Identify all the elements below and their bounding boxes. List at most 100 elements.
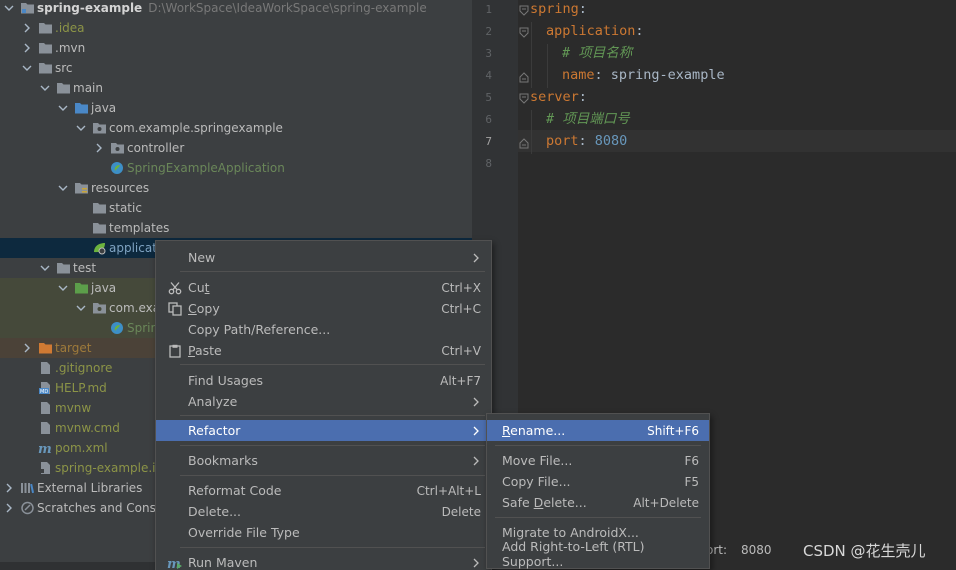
tree-item-resources[interactable]: resources	[0, 178, 472, 198]
chevron-right-icon	[473, 456, 479, 465]
menu-item-override-file-type[interactable]: Override File Type	[156, 522, 491, 543]
tree-item-label: static	[109, 201, 142, 215]
menu-item-paste[interactable]: Paste Ctrl+V	[156, 340, 491, 361]
file-icon	[36, 460, 54, 476]
indent-guide	[531, 22, 532, 88]
menu-item-label: New	[188, 250, 216, 265]
package-icon	[108, 140, 126, 156]
chevron-down-icon[interactable]	[18, 58, 36, 78]
fold-marker-icon[interactable]	[519, 27, 529, 39]
submenu-item-move-file[interactable]: Move File... F6	[487, 450, 709, 471]
tree-item-templates[interactable]: templates	[0, 218, 472, 238]
chevron-right-icon[interactable]	[18, 338, 36, 358]
yaml-colon: :	[578, 133, 587, 149]
file-icon	[36, 420, 54, 436]
chevron-right-icon[interactable]	[90, 138, 108, 158]
fold-marker-icon[interactable]	[519, 5, 529, 17]
menu-item-copy[interactable]: Copy Ctrl+C	[156, 298, 491, 319]
submenu-item-add-rtl-support[interactable]: Add Right-to-Left (RTL) Support...	[487, 539, 709, 569]
tree-item-label: test	[73, 261, 97, 275]
chevron-right-icon[interactable]	[0, 498, 18, 518]
menu-separator	[180, 475, 485, 476]
tree-item-label: External Libraries	[37, 481, 143, 495]
tree-item-idea[interactable]: .idea	[0, 18, 472, 38]
tree-item-label: SpringExampleApplication	[127, 161, 285, 175]
menu-item-shortcut: F6	[684, 453, 699, 468]
folder-icon	[90, 200, 108, 216]
menu-item-shortcut: Ctrl+C	[441, 301, 481, 316]
chevron-down-icon[interactable]	[36, 258, 54, 278]
chevron-right-icon	[473, 558, 479, 567]
menu-item-cut[interactable]: Cut Ctrl+X	[156, 277, 491, 298]
menu-item-bookmarks[interactable]: Bookmarks	[156, 450, 491, 471]
code-line-1: spring:	[530, 0, 587, 20]
menu-separator	[180, 415, 485, 416]
refactor-submenu: Rename... Shift+F6 Move File... F6 Copy …	[486, 413, 710, 569]
menu-item-shortcut: Alt+Delete	[633, 495, 699, 510]
chevron-down-icon[interactable]	[54, 98, 72, 118]
chevron-right-icon	[473, 253, 479, 262]
folder-icon	[36, 60, 54, 76]
tree-item-src[interactable]: src	[0, 58, 472, 78]
menu-item-reformat-code[interactable]: Reformat Code Ctrl+Alt+L	[156, 480, 491, 501]
chevron-down-icon[interactable]	[54, 278, 72, 298]
menu-item-delete[interactable]: Delete... Delete	[156, 501, 491, 522]
menu-item-run-maven[interactable]: m Run Maven	[156, 552, 491, 570]
menu-item-refactor[interactable]: Refactor	[156, 420, 491, 441]
tree-item-static[interactable]: static	[0, 198, 472, 218]
tree-item-package[interactable]: com.example.springexample	[0, 118, 472, 138]
chevron-right-icon[interactable]	[18, 18, 36, 38]
code-comment: # 项目名称	[562, 45, 633, 61]
scratches-icon	[18, 500, 36, 516]
tree-item-main[interactable]: main	[0, 78, 472, 98]
resources-folder-icon	[72, 180, 90, 196]
chevron-down-icon[interactable]	[0, 0, 18, 18]
tree-item-mvn[interactable]: .mvn	[0, 38, 472, 58]
menu-item-label: Reformat Code	[188, 483, 282, 498]
menu-item-label: Refactor	[188, 423, 241, 438]
menu-item-label: Find Usages	[188, 373, 264, 388]
chevron-down-icon[interactable]	[72, 298, 90, 318]
tree-item-java[interactable]: java	[0, 98, 472, 118]
chevron-right-icon[interactable]	[18, 38, 36, 58]
tree-root[interactable]: spring-example D:\WorkSpace\IdeaWorkSpac…	[0, 0, 472, 18]
yaml-key: port	[546, 133, 579, 149]
chevron-down-icon[interactable]	[36, 78, 54, 98]
yaml-colon: :	[578, 1, 587, 17]
tree-item-spring-app[interactable]: SpringExampleApplication	[0, 158, 472, 178]
line-number: 8	[485, 157, 492, 170]
code-line-5: server:	[530, 86, 587, 108]
menu-item-shortcut: Shift+F6	[647, 423, 699, 438]
tree-item-label: target	[55, 341, 92, 355]
chevron-down-icon[interactable]	[72, 118, 90, 138]
submenu-item-rename[interactable]: Rename... Shift+F6	[487, 420, 709, 441]
menu-item-shortcut: Ctrl+V	[441, 343, 481, 358]
fold-end-icon[interactable]	[519, 71, 529, 83]
menu-item-new[interactable]: New	[156, 247, 491, 268]
menu-item-copy-path[interactable]: Copy Path/Reference...	[156, 319, 491, 340]
folder-icon	[36, 20, 54, 36]
status-value[interactable]: 8080	[741, 543, 772, 557]
tree-item-label: controller	[127, 141, 185, 155]
menu-item-find-usages[interactable]: Find Usages Alt+F7	[156, 370, 491, 391]
source-folder-icon	[72, 100, 90, 116]
fold-end-icon[interactable]	[519, 137, 529, 149]
code-comment: # 项目端口号	[546, 111, 630, 127]
fold-marker-icon[interactable]	[519, 93, 529, 105]
code-line-4: name: spring-example	[562, 64, 725, 86]
tree-item-label: resources	[91, 181, 150, 195]
menu-item-label: Safe Delete...	[502, 495, 587, 510]
chevron-right-icon[interactable]	[0, 478, 18, 498]
chevron-down-icon[interactable]	[54, 178, 72, 198]
spring-class-icon	[108, 160, 126, 176]
menu-item-shortcut: Delete	[441, 504, 481, 519]
tree-item-controller[interactable]: controller	[0, 138, 472, 158]
submenu-item-safe-delete[interactable]: Safe Delete... Alt+Delete	[487, 492, 709, 513]
line-number: 5	[485, 91, 492, 104]
spring-yaml-icon	[90, 240, 108, 256]
menu-item-label: Copy Path/Reference...	[188, 322, 331, 337]
tree-item-label: Scratches and Consc	[37, 501, 163, 515]
menu-item-analyze[interactable]: Analyze	[156, 391, 491, 412]
submenu-item-copy-file[interactable]: Copy File... F5	[487, 471, 709, 492]
file-icon	[36, 360, 54, 376]
